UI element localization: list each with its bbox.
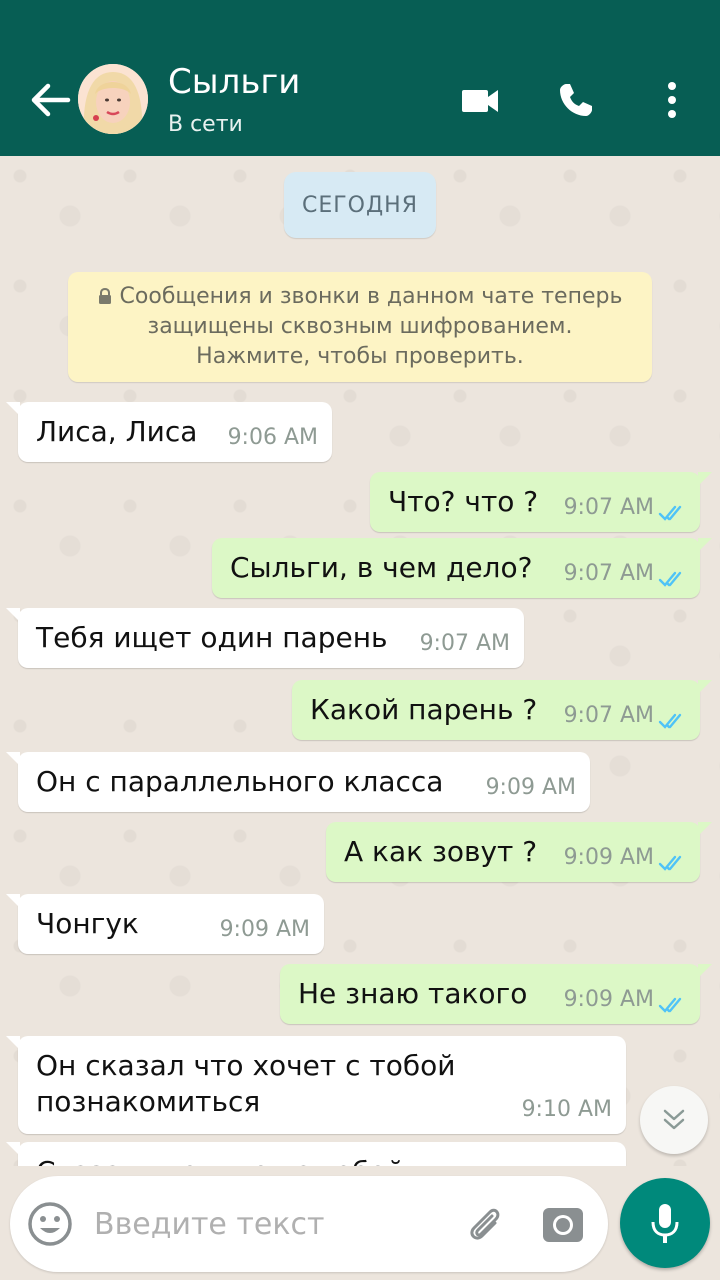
read-receipt-icon <box>658 505 682 521</box>
camera-icon[interactable] <box>540 1202 586 1246</box>
emoji-icon[interactable] <box>26 1200 74 1248</box>
date-separator: СЕГОДНЯ <box>284 172 436 238</box>
contact-name[interactable]: Сыльги <box>168 62 300 102</box>
read-receipt-icon <box>658 713 682 729</box>
contact-avatar[interactable] <box>78 64 148 134</box>
encryption-notice-line3: Нажмите, чтобы проверить. <box>196 344 524 369</box>
chat-area[interactable]: СЕГОДНЯ Сообщения и звонки в данном чате… <box>0 156 720 1166</box>
message-time: 9:09 AM <box>563 987 654 1012</box>
paperclip-icon[interactable] <box>462 1202 506 1246</box>
message-time: 9:06 AM <box>227 425 318 450</box>
message-outgoing[interactable]: Какой парень ? 9:07 AM <box>292 680 712 740</box>
message-text: Он сказал что хочет с тобой познакомитьс… <box>36 1048 455 1120</box>
message-time: 9:10 AM <box>521 1097 612 1122</box>
message-text: Чонгук <box>36 907 139 940</box>
message-incoming[interactable]: Тебя ищет один парень 9:07 AM <box>6 608 524 668</box>
read-receipt-icon <box>658 855 682 871</box>
avatar-image <box>78 64 148 134</box>
message-outgoing[interactable]: Не знаю такого 9:09 AM <box>280 964 712 1024</box>
double-chevron-down-icon <box>663 1109 685 1130</box>
message-outgoing[interactable]: Сыльги, в чем дело? 9:07 AM <box>212 538 712 598</box>
message-incoming[interactable]: Он сказал что хочет с тобой познакомитьс… <box>6 1036 626 1134</box>
message-time: 9:09 AM <box>563 845 654 870</box>
encryption-notice[interactable]: Сообщения и звонки в данном чате теперь … <box>68 272 652 382</box>
message-text: Лиса, Лиса <box>36 415 198 448</box>
read-receipt-icon <box>658 997 682 1013</box>
message-outgoing[interactable]: Что? что ? 9:07 AM <box>370 472 712 532</box>
message-text: Какой парень ? <box>310 693 538 726</box>
message-composer <box>10 1176 608 1272</box>
message-text: Сыльги, в чем дело? <box>230 551 533 584</box>
message-text: А как зовут ? <box>344 835 538 868</box>
voice-message-button[interactable] <box>620 1178 710 1268</box>
message-input[interactable] <box>94 1204 454 1244</box>
message-outgoing[interactable]: А как зовут ? 9:09 AM <box>326 822 712 882</box>
video-call-icon[interactable] <box>458 78 502 122</box>
message-time: 9:09 AM <box>219 917 310 942</box>
read-receipt-icon <box>658 571 682 587</box>
scroll-to-bottom-button[interactable] <box>640 1086 708 1154</box>
contact-status: В сети <box>168 112 243 137</box>
message-time: 9:07 AM <box>563 495 654 520</box>
microphone-icon <box>651 1204 679 1243</box>
message-time: 9:07 AM <box>563 561 654 586</box>
message-text-line: познакомиться <box>36 1085 261 1118</box>
lock-icon <box>98 288 111 304</box>
message-incoming[interactable]: Сказал что ждет с тобой <box>6 1142 626 1166</box>
chat-header: Сыльги В сети <box>0 0 720 156</box>
message-text: Не знаю такого <box>298 977 528 1010</box>
back-arrow-icon[interactable] <box>28 80 72 120</box>
encryption-notice-text-1: Сообщения и звонки в данном чате теперь <box>119 284 623 309</box>
message-text: Сказал что ждет с тобой <box>36 1154 405 1166</box>
message-text-line: Он сказал что хочет с тобой <box>36 1049 456 1082</box>
message-text: Тебя ищет один парень <box>36 621 388 654</box>
message-text: Что? что ? <box>388 485 539 518</box>
encryption-notice-line2: защищены сквозным шифрованием. <box>147 314 573 339</box>
more-options-icon[interactable] <box>650 78 694 122</box>
message-time: 9:07 AM <box>419 631 510 656</box>
message-incoming[interactable]: Он с параллельного класса 9:09 AM <box>6 752 590 812</box>
message-time: 9:09 AM <box>485 775 576 800</box>
message-incoming[interactable]: Лиса, Лиса 9:06 AM <box>6 402 332 462</box>
message-time: 9:07 AM <box>563 703 654 728</box>
message-incoming[interactable]: Чонгук 9:09 AM <box>6 894 324 954</box>
message-text: Он с параллельного класса <box>36 765 444 798</box>
phone-call-icon[interactable] <box>554 78 598 122</box>
encryption-notice-line1: Сообщения и звонки в данном чате теперь <box>68 282 652 312</box>
